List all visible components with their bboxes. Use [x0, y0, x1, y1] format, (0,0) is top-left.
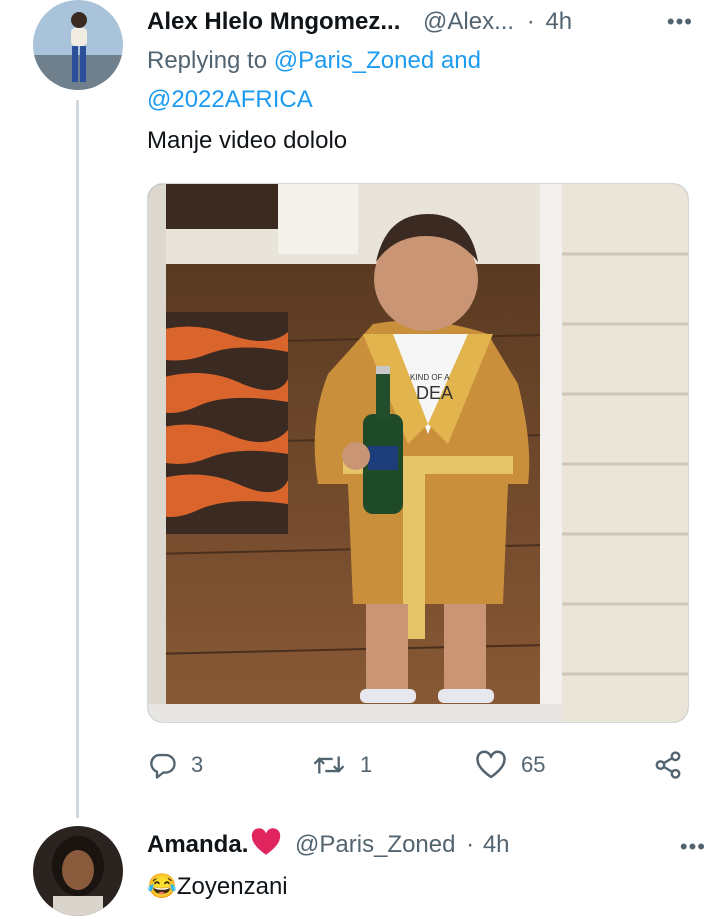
- thread-line: [76, 100, 79, 818]
- share-icon: [652, 750, 684, 780]
- red-heart-icon: [250, 828, 282, 867]
- tweet-text: Manje video dololo: [147, 127, 348, 154]
- mention-link[interactable]: @2022AFRICA: [147, 86, 313, 113]
- mention-link[interactable]: @Paris_Zoned: [274, 47, 434, 74]
- retweet-icon: [312, 750, 346, 780]
- action-bar: 3 1 65: [147, 745, 692, 785]
- replying-to-label: Replying to: [147, 47, 268, 74]
- shirt-text: DEA: [416, 383, 453, 403]
- laughing-emoji: 😂: [147, 873, 177, 900]
- reply-text: Zoyenzani: [176, 873, 288, 900]
- share-button[interactable]: [652, 745, 684, 785]
- avatar[interactable]: [33, 826, 123, 916]
- author-handle[interactable]: @Alex...: [423, 8, 514, 35]
- tweet-header: Alex Hlelo Mngomez... @Alex... · 4h •••: [147, 4, 707, 40]
- like-count: 65: [521, 752, 546, 777]
- photo: KIND OF A DEA: [148, 184, 688, 722]
- separator-dot: ·: [466, 831, 475, 858]
- reply-text-container: 😂Zoyenzani: [147, 869, 288, 905]
- like-button[interactable]: 65: [475, 745, 545, 785]
- heart-icon: [475, 750, 507, 780]
- and-word: and: [440, 47, 481, 74]
- author-name[interactable]: Alex Hlelo Mngomez...: [147, 8, 400, 35]
- reply-header: Amanda. @Paris_Zoned · 4h: [147, 827, 510, 867]
- avatar-image: [33, 0, 123, 90]
- tweet-image[interactable]: KIND OF A DEA: [147, 183, 689, 723]
- retweet-button[interactable]: 1: [312, 745, 372, 785]
- author-handle[interactable]: @Paris_Zoned: [295, 831, 455, 858]
- avatar[interactable]: [33, 0, 123, 90]
- author-name[interactable]: Amanda.: [147, 831, 248, 858]
- shirt-text: KIND OF A: [410, 373, 450, 382]
- avatar-image: [33, 826, 123, 916]
- more-icon[interactable]: •••: [667, 4, 693, 40]
- replying-to-second-line: @2022AFRICA: [147, 83, 313, 117]
- reply-time[interactable]: 4h: [483, 831, 510, 858]
- reply-icon: [147, 750, 177, 780]
- reply-count: 3: [191, 752, 204, 777]
- separator-dot: ·: [526, 8, 535, 35]
- replying-to: Replying to @Paris_Zoned and: [147, 44, 481, 78]
- tweet-time[interactable]: 4h: [545, 8, 572, 35]
- retweet-count: 1: [360, 752, 373, 777]
- more-icon[interactable]: •••: [680, 829, 706, 865]
- reply-button[interactable]: 3: [147, 745, 203, 785]
